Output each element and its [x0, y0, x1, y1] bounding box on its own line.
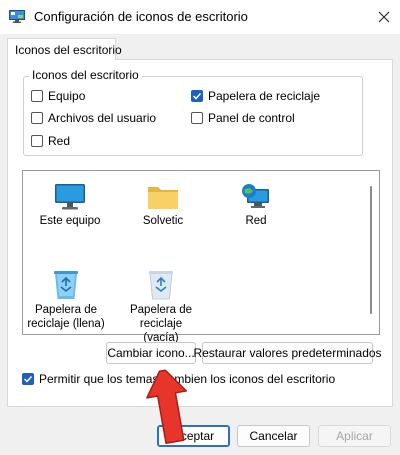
checkbox-label: Archivos del usuario: [48, 111, 157, 125]
close-button[interactable]: [368, 0, 400, 34]
checkbox-papelera[interactable]: Papelera de reciclaje: [191, 89, 320, 103]
list-item-solvetic[interactable]: Solvetic: [122, 177, 204, 228]
close-icon: [378, 11, 390, 23]
group-title: Iconos del escritorio: [29, 68, 142, 82]
checkbox-equipo[interactable]: Equipo: [31, 89, 85, 103]
checkbox-box[interactable]: [191, 112, 203, 124]
checkbox-label: Red: [48, 134, 71, 148]
checkbox-box[interactable]: [191, 90, 203, 102]
red-arrow-icon: [145, 368, 195, 446]
item-label: Papelera de reciclaje (vacía): [129, 304, 193, 344]
checkbox-archivos-usuario[interactable]: Archivos del usuario: [31, 111, 156, 125]
title-bar: Configuración de iconos de escritorio: [0, 0, 400, 34]
cancel-button[interactable]: Cancelar: [237, 425, 310, 447]
folder-icon: [145, 177, 181, 211]
checkmark-icon: [23, 375, 33, 383]
checkbox-box[interactable]: [22, 373, 34, 385]
monitor-icon: [52, 177, 88, 211]
scrollbar[interactable]: [370, 186, 372, 314]
item-label: Red: [245, 215, 267, 227]
apply-button[interactable]: Aplicar: [318, 425, 391, 447]
item-label: Papelera de reciclaje (llena): [27, 304, 105, 330]
desktop-settings-icon: [9, 10, 25, 23]
checkbox-box[interactable]: [31, 90, 43, 102]
checkbox-label: Equipo: [48, 89, 86, 103]
list-item-papelera-llena[interactable]: Papelera de reciclaje (llena): [25, 266, 107, 331]
checkbox-label: Papelera de reciclaje: [208, 89, 321, 103]
list-item-este-equipo[interactable]: Este equipo: [29, 177, 111, 228]
restore-defaults-button[interactable]: Restaurar valores predeterminados: [193, 342, 382, 364]
tab-desktop-icons[interactable]: Iconos del escritorio: [7, 38, 122, 60]
item-label: Este equipo: [39, 215, 101, 227]
checkbox-label: Panel de control: [208, 111, 295, 125]
checkbox-box[interactable]: [31, 112, 43, 124]
list-item-papelera-vacia[interactable]: Papelera de reciclaje (vacía): [120, 266, 202, 345]
checkbox-panel-control[interactable]: Panel de control: [191, 111, 295, 125]
network-icon: [238, 177, 274, 211]
list-item-red[interactable]: Red: [215, 177, 297, 228]
window-title: Configuración de iconos de escritorio: [34, 9, 248, 24]
recycle-bin-empty-icon: [143, 266, 179, 300]
checkmark-icon: [192, 92, 202, 100]
checkbox-red[interactable]: Red: [31, 134, 70, 148]
recycle-bin-full-icon: [48, 266, 84, 300]
item-label: Solvetic: [142, 215, 184, 227]
change-icon-button[interactable]: Cambiar icono...: [106, 342, 196, 364]
checkbox-box[interactable]: [31, 135, 43, 147]
